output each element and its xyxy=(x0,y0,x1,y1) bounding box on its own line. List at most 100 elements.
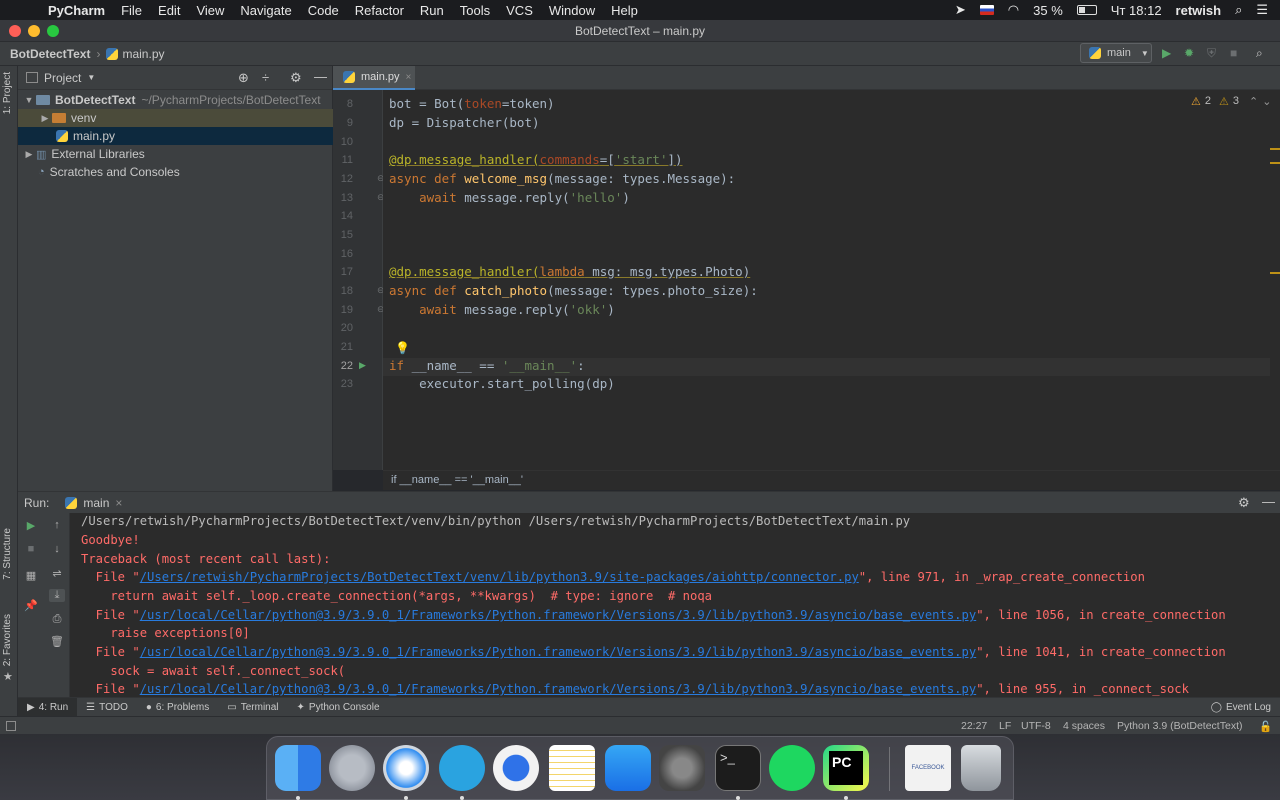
console-file-link[interactable]: /usr/local/Cellar/python@3.9/3.9.0_1/Fra… xyxy=(140,645,976,659)
run-console-output[interactable]: /Users/retwish/PycharmProjects/BotDetect… xyxy=(70,513,1280,697)
warning-stripe[interactable] xyxy=(1270,272,1280,274)
run-gutter-icon[interactable]: ▶ xyxy=(359,360,366,371)
menu-vcs[interactable]: VCS xyxy=(506,3,533,18)
tree-item-external-libraries[interactable]: ▶ ▥ External Libraries xyxy=(18,145,333,163)
chevron-right-icon[interactable]: ▶ xyxy=(38,113,52,124)
tree-item-main-py[interactable]: main.py xyxy=(18,127,333,145)
tool-tab-python-console[interactable]: ✦ Python Console xyxy=(288,698,389,717)
menu-view[interactable]: View xyxy=(196,3,224,18)
editor-breadcrumb[interactable]: if __name__ == '__main__' xyxy=(383,470,1280,490)
menu-app-name[interactable]: PyCharm xyxy=(48,3,105,18)
menu-window[interactable]: Window xyxy=(549,3,595,18)
console-file-link[interactable]: /Users/retwish/PycharmProjects/BotDetect… xyxy=(140,570,859,584)
spotlight-search-icon[interactable]: ⌕ xyxy=(1235,2,1242,18)
tool-tab-event-log[interactable]: ◯ Event Log xyxy=(1202,698,1280,717)
scroll-to-end-icon[interactable]: ⤓ xyxy=(49,589,65,602)
gear-icon[interactable]: ⚙ xyxy=(1238,495,1250,511)
inspection-widget[interactable]: ⚠ 2 ⚠ 3 ⌃ ⌄ xyxy=(1191,95,1271,108)
pin-icon[interactable]: 📌 xyxy=(23,599,39,612)
arrow-down-icon[interactable]: ↓ xyxy=(49,543,65,555)
launchpad-icon[interactable] xyxy=(329,745,375,791)
tree-item-scratches[interactable]: ◔ Scratches and Consoles xyxy=(18,163,333,181)
menu-code[interactable]: Code xyxy=(308,3,339,18)
battery-percent[interactable]: 35 % xyxy=(1033,3,1063,18)
gear-icon[interactable]: ⚙ xyxy=(290,70,302,86)
tree-item-venv[interactable]: ▶ venv xyxy=(18,109,333,127)
status-caret-position[interactable]: 22:27 xyxy=(961,720,987,732)
collapse-all-icon[interactable]: ÷ xyxy=(262,70,269,85)
tool-window-toggle-icon[interactable] xyxy=(6,721,16,731)
tool-tab-todo[interactable]: ☰ TODO xyxy=(77,698,137,717)
control-center-icon[interactable]: ☰ xyxy=(1256,2,1268,18)
hide-panel-icon[interactable]: — xyxy=(1262,494,1275,509)
search-everywhere-icon[interactable]: ⌕ xyxy=(1256,46,1263,61)
structure-tool-tab[interactable]: 7: Structure xyxy=(2,528,13,580)
telegram-icon[interactable] xyxy=(439,745,485,791)
favorites-tool-tab[interactable]: 2: Favorites xyxy=(2,614,13,666)
spark-mail-icon[interactable] xyxy=(493,745,539,791)
input-source-flag-icon[interactable] xyxy=(979,5,994,15)
lock-icon[interactable]: 🔓 xyxy=(1259,720,1272,733)
system-preferences-icon[interactable] xyxy=(659,745,705,791)
nav-crumb-project[interactable]: BotDetectText xyxy=(10,47,90,61)
editor-scrollbar[interactable] xyxy=(1270,90,1280,470)
terminal-app-icon[interactable]: >_ xyxy=(715,745,761,791)
finder-icon[interactable] xyxy=(275,745,321,791)
tool-tab-terminal[interactable]: ▭ Terminal xyxy=(218,698,287,717)
coverage-icon[interactable]: ⛨ xyxy=(1207,46,1216,61)
lightbulb-icon[interactable]: 💡 xyxy=(395,341,410,355)
spotify-icon[interactable] xyxy=(769,745,815,791)
star-icon[interactable]: ★ xyxy=(3,670,13,683)
rerun-icon[interactable]: ▶ xyxy=(23,519,39,532)
close-tab-icon[interactable]: × xyxy=(406,72,412,83)
console-file-link[interactable]: /usr/local/Cellar/python@3.9/3.9.0_1/Fra… xyxy=(140,608,976,622)
print-icon[interactable]: ⎙ xyxy=(49,613,65,626)
code-editor[interactable]: bot = Bot(token=token) dp = Dispatcher(b… xyxy=(383,90,1271,470)
chevron-down-icon[interactable]: ▼ xyxy=(87,73,95,82)
hide-panel-icon[interactable]: — xyxy=(314,69,327,84)
console-file-link[interactable]: /usr/local/Cellar/python@3.9/3.9.0_1/Fra… xyxy=(140,682,976,696)
trash-icon[interactable]: 🗑 xyxy=(49,635,65,648)
menu-file[interactable]: File xyxy=(121,3,142,18)
menu-edit[interactable]: Edit xyxy=(158,3,180,18)
debug-icon[interactable]: ✹ xyxy=(1184,46,1194,60)
stop-icon[interactable]: ■ xyxy=(23,543,39,555)
project-tool-tab[interactable]: 1: Project xyxy=(2,72,13,114)
status-indent[interactable]: 4 spaces xyxy=(1063,720,1105,732)
chevron-down-icon[interactable]: ▼ xyxy=(22,95,36,105)
menu-help[interactable]: Help xyxy=(611,3,638,18)
run-tab-main[interactable]: main xyxy=(83,496,109,510)
chevron-right-icon[interactable]: ▶ xyxy=(22,149,36,160)
warning-stripe[interactable] xyxy=(1270,148,1280,150)
facebook-folder-icon[interactable]: FACEBOOK xyxy=(905,745,951,791)
arrow-up-icon[interactable]: ↑ xyxy=(49,519,65,531)
chevron-up-icon[interactable]: ⌃ xyxy=(1249,95,1258,108)
status-line-separator[interactable]: LF xyxy=(999,720,1011,732)
trash-bin-icon[interactable] xyxy=(961,745,1001,791)
tool-tab-problems[interactable]: ● 6: Problems xyxy=(137,698,218,717)
battery-icon[interactable] xyxy=(1076,5,1097,15)
menu-navigate[interactable]: Navigate xyxy=(240,3,291,18)
menu-tools[interactable]: Tools xyxy=(460,3,490,18)
layout-icon[interactable]: ▦ xyxy=(23,569,39,582)
status-interpreter[interactable]: Python 3.9 (BotDetectText) xyxy=(1117,720,1242,732)
close-tab-icon[interactable]: × xyxy=(115,496,122,510)
soft-wrap-icon[interactable]: ⇌ xyxy=(49,567,65,580)
menu-run[interactable]: Run xyxy=(420,3,444,18)
run-icon[interactable]: ▶ xyxy=(1162,46,1171,60)
locate-file-icon[interactable]: ⊕ xyxy=(238,70,249,86)
status-encoding[interactable]: UTF-8 xyxy=(1021,720,1051,732)
location-arrow-icon[interactable]: ➤ xyxy=(955,2,966,18)
safari-icon[interactable] xyxy=(383,745,429,791)
nav-crumb-file[interactable]: main.py xyxy=(122,47,164,61)
pycharm-app-icon[interactable]: PC xyxy=(823,745,869,791)
stop-icon[interactable]: ■ xyxy=(1230,46,1237,60)
run-configuration-select[interactable]: main ▼ xyxy=(1080,43,1152,63)
notes-icon[interactable] xyxy=(549,745,595,791)
project-view-select[interactable]: Project xyxy=(44,71,81,85)
clock[interactable]: Чт 18:12 xyxy=(1111,3,1162,18)
user-name[interactable]: retwish xyxy=(1176,3,1222,18)
tree-item-project-root[interactable]: ▼ BotDetectText ~/PycharmProjects/BotDet… xyxy=(18,91,333,109)
editor-tab-main-py[interactable]: main.py × xyxy=(333,66,415,90)
menu-refactor[interactable]: Refactor xyxy=(355,3,404,18)
